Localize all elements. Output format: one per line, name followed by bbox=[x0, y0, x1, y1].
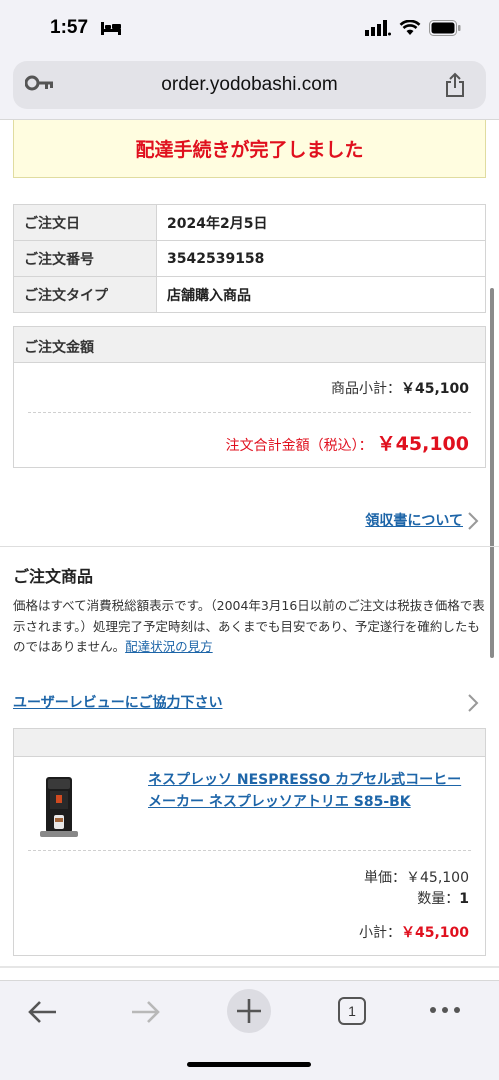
page-content[interactable]: 配達手続きが完了しました ご注文日 2024年2月5日 ご注文番号 354253… bbox=[0, 120, 499, 980]
subtotal-row: 商品小計：￥45,100 bbox=[331, 378, 469, 398]
subtotal-value: ￥45,100 bbox=[400, 381, 469, 397]
order-type-label: ご注文タイプ bbox=[13, 276, 157, 313]
share-icon[interactable] bbox=[444, 72, 466, 98]
table-row: ご注文日 2024年2月5日 bbox=[13, 204, 486, 241]
product-name-link[interactable]: ネスプレッソ NESPRESSO カプセル式コーヒーメーカー ネスプレッソアトリ… bbox=[148, 769, 474, 813]
status-bar: 1:57 bbox=[0, 0, 499, 58]
sleep-focus-icon bbox=[101, 22, 121, 35]
total-label: 注文合計金額（税込）： bbox=[225, 438, 373, 454]
product-box-header bbox=[14, 729, 485, 757]
total-row: 注文合計金額（税込）： ￥45,100 bbox=[226, 429, 469, 456]
product-image[interactable] bbox=[36, 771, 84, 843]
forward-arrow-icon[interactable] bbox=[128, 995, 162, 1029]
completion-banner: 配達手続きが完了しました bbox=[13, 120, 486, 178]
chevron-right-icon[interactable] bbox=[467, 693, 479, 713]
unit-price-row: 単価：￥45,100 bbox=[364, 867, 469, 887]
more-options-icon[interactable] bbox=[428, 1003, 462, 1017]
order-number-value: 3542539158 bbox=[156, 240, 486, 277]
home-indicator bbox=[187, 1062, 311, 1067]
section-divider bbox=[0, 966, 499, 968]
quantity-label: 数量： bbox=[417, 891, 460, 907]
address-bar[interactable]: order.yodobashi.com bbox=[13, 61, 486, 109]
back-arrow-icon[interactable] bbox=[26, 995, 60, 1029]
unit-price-label: 単価： bbox=[364, 870, 406, 886]
tabs-button[interactable]: 1 bbox=[338, 997, 366, 1025]
receipt-link[interactable]: 領収書について bbox=[365, 510, 463, 530]
table-row: ご注文番号 3542539158 bbox=[13, 240, 486, 277]
quantity-value: 1 bbox=[459, 891, 469, 907]
line-subtotal-row: 小計：￥45,100 bbox=[359, 922, 469, 942]
quantity-row: 数量：1 bbox=[417, 888, 469, 908]
line-subtotal-label: 小計： bbox=[358, 925, 401, 941]
product-box: ネスプレッソ NESPRESSO カプセル式コーヒーメーカー ネスプレッソアトリ… bbox=[13, 728, 486, 956]
section-divider bbox=[0, 546, 499, 547]
delivery-status-guide-link[interactable]: 配達状況の見方 bbox=[125, 639, 213, 654]
order-type-value: 店舗購入商品 bbox=[156, 276, 486, 313]
url-text: order.yodobashi.com bbox=[161, 74, 338, 95]
chevron-right-icon[interactable] bbox=[467, 511, 479, 531]
divider bbox=[28, 850, 471, 851]
completion-message: 配達手続きが完了しました bbox=[135, 139, 364, 161]
price-note: 価格はすべて消費税総額表示です。（2004年3月16日以前のご注文は税抜き価格で… bbox=[13, 596, 487, 658]
browser-address-area: order.yodobashi.com bbox=[0, 58, 499, 120]
unit-price-value: ￥45,100 bbox=[406, 870, 469, 886]
divider bbox=[28, 412, 471, 413]
order-date-label: ご注文日 bbox=[13, 204, 157, 241]
order-date-value: 2024年2月5日 bbox=[156, 204, 486, 241]
status-time: 1:57 bbox=[50, 17, 89, 38]
user-review-link[interactable]: ユーザーレビューにご協力下さい bbox=[13, 692, 222, 712]
scroll-indicator bbox=[490, 288, 494, 658]
price-note-text: 価格はすべて消費税総額表示です。（2004年3月16日以前のご注文は税抜き価格で… bbox=[13, 598, 485, 654]
order-amount-box: ご注文金額 商品小計：￥45,100 注文合計金額（税込）： ￥45,100 bbox=[13, 326, 486, 468]
new-tab-button[interactable] bbox=[227, 989, 271, 1033]
status-icons bbox=[365, 20, 461, 36]
products-section-title: ご注文商品 bbox=[13, 567, 94, 586]
subtotal-label: 商品小計： bbox=[330, 381, 401, 397]
total-value: ￥45,100 bbox=[376, 433, 469, 455]
wifi-icon bbox=[399, 20, 421, 35]
order-info-table: ご注文日 2024年2月5日 ご注文番号 3542539158 ご注文タイプ 店… bbox=[13, 204, 486, 313]
order-amount-heading: ご注文金額 bbox=[14, 327, 485, 363]
line-subtotal-value: ￥45,100 bbox=[400, 925, 469, 941]
order-number-label: ご注文番号 bbox=[13, 240, 157, 277]
table-row: ご注文タイプ 店舗購入商品 bbox=[13, 276, 486, 313]
plus-icon bbox=[237, 999, 261, 1023]
cellular-signal-icon bbox=[365, 20, 391, 36]
battery-icon bbox=[429, 20, 461, 36]
